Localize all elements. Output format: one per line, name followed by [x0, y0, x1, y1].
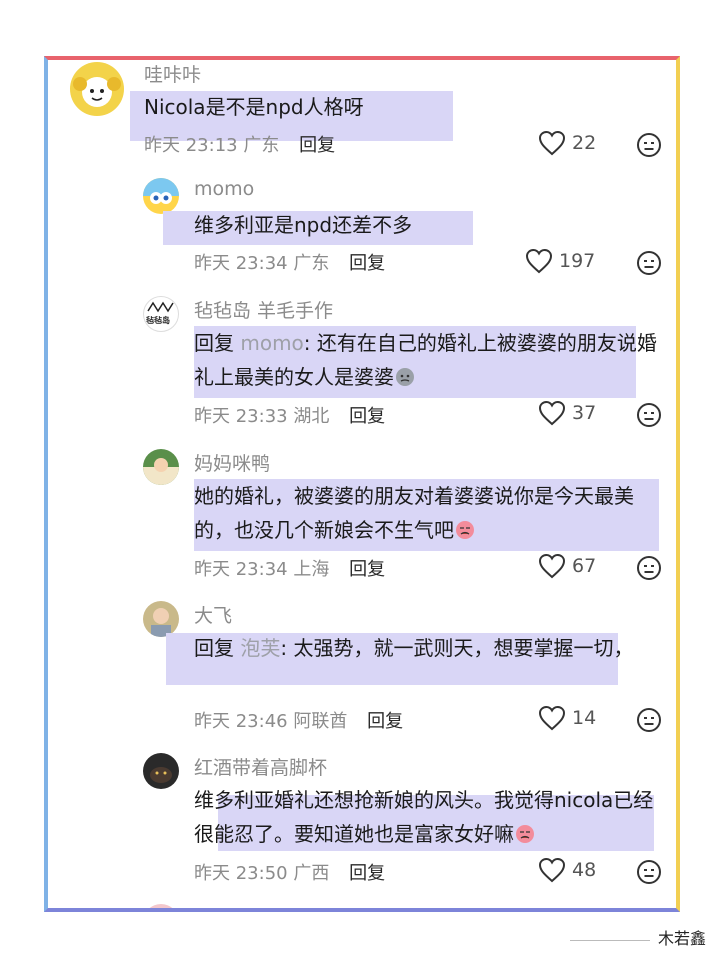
comment-location: 上海: [293, 559, 330, 580]
watermark-signature: 木若鑫: [657, 929, 706, 948]
comment-location: 广东: [293, 253, 330, 274]
comment-author[interactable]: 大飞: [194, 601, 232, 628]
comment-text-body: Nicola是不是npd人格呀: [144, 95, 364, 119]
meh-face-icon[interactable]: [636, 555, 662, 581]
comment-author[interactable]: 妈妈咪鸭: [194, 449, 270, 476]
comment-text: 维多利亚是npd还差不多: [194, 208, 654, 242]
meh-face-icon[interactable]: [636, 707, 662, 733]
comment-author[interactable]: 毡毡岛 羊毛手作: [194, 296, 333, 323]
like-count: 22: [572, 132, 597, 154]
meh-face-icon[interactable]: [636, 859, 662, 885]
signature-line: [570, 940, 650, 941]
like-button[interactable]: 22: [538, 130, 596, 156]
comment-author[interactable]: 哇咔咔: [144, 60, 201, 87]
heart-outline-icon: [525, 248, 553, 274]
comment-text-body: 她的婚礼，被婆婆的朋友对着婆婆说你是今天最美的，也没几个新娘会不生气吧: [194, 484, 634, 542]
comment-text-body: 回复: [194, 331, 241, 355]
heart-outline-icon: [538, 553, 566, 579]
comment-location: 阿联酋: [293, 711, 348, 732]
avatar[interactable]: [70, 62, 124, 116]
reply-button[interactable]: 回复: [349, 253, 385, 274]
avatar[interactable]: [143, 601, 179, 637]
avatar[interactable]: [143, 178, 179, 214]
comment-meta: 昨天 23:50 广西 回复: [194, 859, 385, 885]
like-count: 14: [572, 707, 597, 729]
comment-text-body: 维多利亚是npd还差不多: [194, 213, 413, 237]
comment-author[interactable]: 红酒带着高脚杯: [194, 753, 327, 780]
crying-face-emoji-icon: [516, 825, 534, 843]
like-button[interactable]: 197: [525, 248, 595, 274]
heart-outline-icon: [538, 857, 566, 883]
comment-text: 她的婚礼，被婆婆的朋友对着婆婆说你是今天最美的，也没几个新娘会不生气吧: [194, 479, 664, 547]
comment-meta: 昨天 23:46 阿联酋 回复: [194, 707, 403, 733]
comment-time: 昨天 23:34: [194, 559, 288, 580]
meh-face-icon[interactable]: [636, 132, 662, 158]
comment-text: 回复 momo: 还有在自己的婚礼上被婆婆的朋友说婚礼上最美的女人是婆婆: [194, 326, 659, 394]
comment-meta: 昨天 23:34 广东 回复: [194, 249, 385, 275]
comment-location: 广东: [243, 135, 280, 156]
heart-outline-icon: [538, 130, 566, 156]
heart-outline-icon: [538, 400, 566, 426]
comment-time: 昨天 23:13: [144, 135, 238, 156]
comment-thread-frame: 哇咔咔 Nicola是不是npd人格呀 昨天 23:13 广东 回复 22 mo…: [44, 56, 680, 912]
reply-button[interactable]: 回复: [349, 863, 385, 884]
like-button[interactable]: 37: [538, 400, 596, 426]
comment-meta: 昨天 23:33 湖北 回复: [194, 402, 385, 428]
meh-face-icon[interactable]: [636, 250, 662, 276]
mention-link[interactable]: 泡芙: [240, 636, 280, 660]
meh-face-icon[interactable]: [636, 402, 662, 428]
comment-location: 广西: [293, 863, 330, 884]
comment-meta: 昨天 23:34 上海 回复: [194, 555, 385, 581]
heart-outline-icon: [538, 705, 566, 731]
reply-button[interactable]: 回复: [367, 711, 403, 732]
avatar[interactable]: [143, 449, 179, 485]
comment-time: 昨天 23:34: [194, 253, 288, 274]
like-count: 37: [572, 402, 597, 424]
avatar[interactable]: [143, 753, 179, 789]
reply-button[interactable]: 回复: [349, 559, 385, 580]
reply-button[interactable]: 回复: [349, 406, 385, 427]
like-button[interactable]: 67: [538, 553, 596, 579]
comment-text-body: 回复: [194, 636, 241, 660]
comment-text: Nicola是不是npd人格呀: [144, 90, 654, 124]
comment-time: 昨天 23:46: [194, 711, 288, 732]
avatar: [143, 904, 179, 908]
crying-face-emoji-icon: [456, 521, 474, 539]
like-count: 197: [559, 250, 596, 272]
comment-text: 维多利亚婚礼还想抢新娘的风头。我觉得nicola已经很能忍了。要知道她也是富家女…: [194, 783, 664, 851]
comment-text-body: 维多利亚婚礼还想抢新娘的风头。我觉得nicola已经很能忍了。要知道她也是富家女…: [194, 788, 654, 846]
avatar-logo-text: 毡毡岛: [146, 316, 170, 325]
like-button[interactable]: 14: [538, 705, 596, 731]
like-count: 67: [572, 555, 597, 577]
like-button[interactable]: 48: [538, 857, 596, 883]
comment-text: 回复 泡芙: 太强势，就一武则天，想要掌握一切，: [194, 631, 646, 665]
comment-text-body: : 太强势，就一武则天，想要掌握一切，: [280, 636, 634, 660]
comment-meta: 昨天 23:13 广东 回复: [144, 131, 335, 157]
sweat-face-emoji-icon: [396, 368, 414, 386]
comment-time: 昨天 23:50: [194, 863, 288, 884]
comment-author[interactable]: momo: [194, 178, 254, 200]
comment-location: 湖北: [293, 406, 330, 427]
mention-link[interactable]: momo: [240, 331, 303, 355]
like-count: 48: [572, 859, 597, 881]
reply-button[interactable]: 回复: [299, 135, 335, 156]
comment-time: 昨天 23:33: [194, 406, 288, 427]
avatar[interactable]: 毡毡岛: [143, 296, 179, 332]
